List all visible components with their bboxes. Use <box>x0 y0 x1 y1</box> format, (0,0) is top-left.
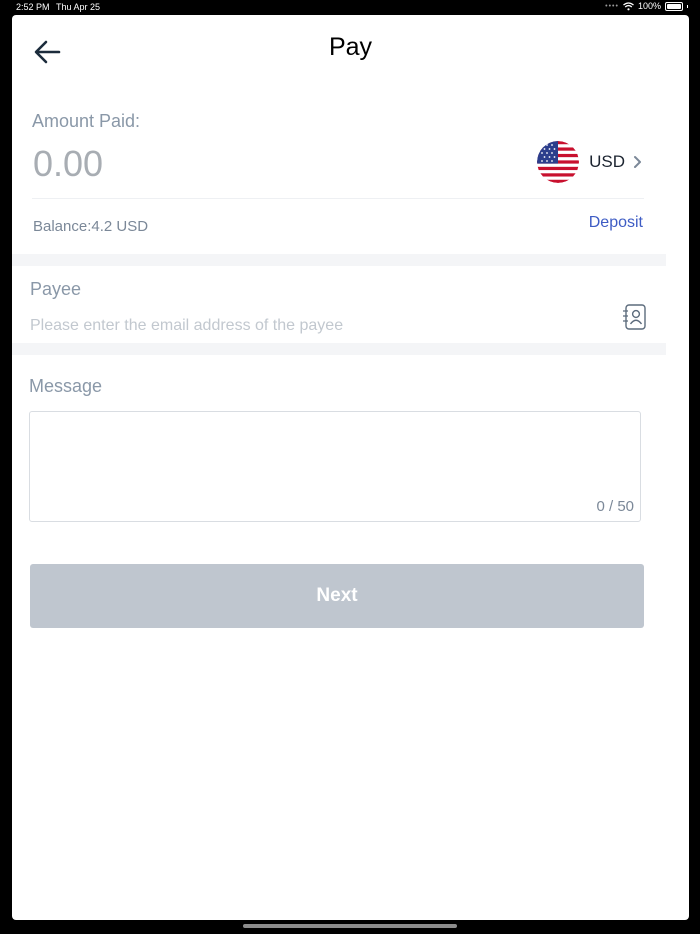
us-flag-icon <box>537 141 580 183</box>
signal-dots-icon: •••• <box>605 2 619 10</box>
payee-email-input[interactable] <box>30 315 600 337</box>
page-title: Pay <box>328 33 373 61</box>
status-right: •••• 100% <box>605 1 688 11</box>
contact-book-icon[interactable] <box>622 304 646 330</box>
status-time: 2:52 PM <box>16 2 50 12</box>
balance-text: Balance:4.2 USD <box>33 218 149 235</box>
next-button[interactable]: Next <box>30 564 644 628</box>
wifi-icon <box>623 1 634 10</box>
message-textarea[interactable] <box>38 420 632 499</box>
amount-input[interactable]: 0.00 <box>33 143 103 185</box>
battery-percent: 100% <box>637 1 661 11</box>
pay-screen: Pay Amount Paid: 0.00 USD Balance:4.2 US… <box>12 15 689 920</box>
section-divider <box>12 254 666 266</box>
message-char-counter: 0 / 50 <box>596 498 634 515</box>
amount-label: Amount Paid: <box>32 111 141 131</box>
currency-code: USD <box>589 152 625 171</box>
message-box: 0 / 50 <box>29 411 641 522</box>
chevron-right-icon <box>634 156 641 168</box>
status-bar: 2:52 PM Thu Apr 25 •••• 100% <box>0 0 700 14</box>
payee-label: Payee <box>30 279 82 299</box>
section-divider <box>12 343 666 355</box>
status-date: Thu Apr 25 <box>56 2 101 12</box>
currency-selector[interactable]: USD <box>537 141 645 183</box>
amount-divider <box>32 198 644 199</box>
message-label: Message <box>29 376 103 396</box>
deposit-link[interactable]: Deposit <box>589 214 643 232</box>
home-indicator <box>243 924 457 928</box>
battery-icon <box>665 1 683 11</box>
battery-tip <box>687 4 688 8</box>
